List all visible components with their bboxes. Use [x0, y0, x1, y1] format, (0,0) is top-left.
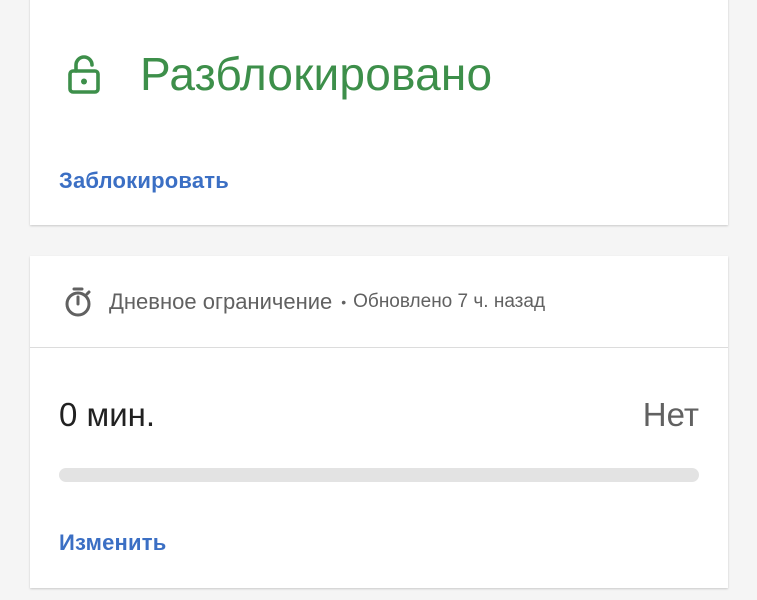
usage-progress-bar — [59, 468, 699, 482]
lock-open-icon — [66, 53, 102, 95]
change-limit-button[interactable]: Изменить — [59, 530, 166, 556]
separator-dot: • — [341, 293, 347, 310]
daily-limit-title: Дневное ограничение — [109, 288, 333, 314]
updated-time: Обновлено 7 ч. назад — [353, 290, 546, 312]
daily-limit-card: Дневное ограничение • Обновлено 7 ч. наз… — [30, 256, 728, 588]
lock-status-row: Разблокировано — [66, 42, 492, 106]
daily-limit-header: Дневное ограничение • Обновлено 7 ч. наз… — [30, 256, 728, 348]
lock-status-text: Разблокировано — [140, 48, 493, 100]
timer-icon — [63, 286, 93, 318]
lock-status-card: Разблокировано Заблокировать — [30, 0, 728, 225]
usage-value: 0 мин. — [59, 396, 156, 433]
lock-button[interactable]: Заблокировать — [59, 168, 229, 194]
limit-value: Нет — [642, 396, 699, 433]
